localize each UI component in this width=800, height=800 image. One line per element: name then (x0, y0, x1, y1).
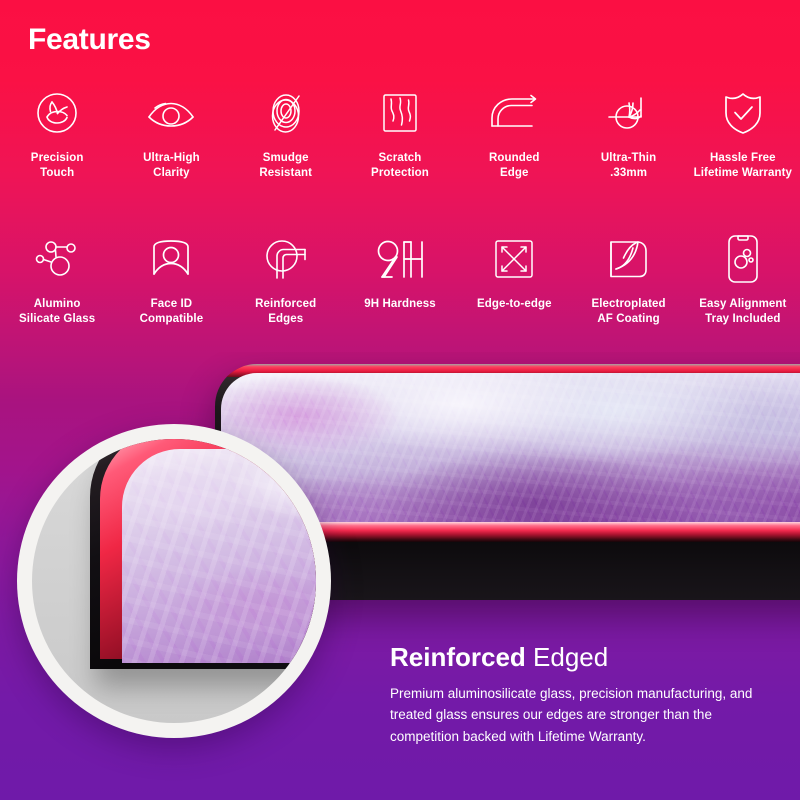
feature-row-2: Alumino Silicate Glass Face ID Compatibl… (0, 230, 800, 327)
feature-label: Easy Alignment Tray Included (699, 298, 787, 326)
feature-label: Scratch Protection (371, 152, 429, 180)
rounded-edge-icon (488, 84, 540, 142)
alignment-tray-icon (727, 230, 759, 288)
feature-label: Precision Touch (30, 152, 84, 180)
edge-to-edge-icon (493, 230, 535, 288)
zoomed-edge-highlight (100, 439, 316, 663)
feature-item-9h-hardness[interactable]: 9H Hardness (343, 230, 457, 327)
feature-item-edge-to-edge[interactable]: Edge-to-edge (457, 230, 571, 327)
feature-label: Reinforced Edges (255, 298, 317, 326)
zoomed-screen-wallpaper (122, 449, 316, 663)
reinforced-edges-icon (263, 230, 309, 288)
smudge-resistant-icon (268, 84, 304, 142)
caption-title: Reinforced Edged (390, 643, 770, 672)
magnifier-callout (17, 424, 331, 738)
feature-label: Alumino Silicate Glass (19, 298, 96, 326)
page-title: Features (28, 23, 151, 56)
feature-label: 9H Hardness (364, 298, 436, 310)
ultra-thin-icon (605, 84, 653, 142)
feature-item-scratch-protection[interactable]: Scratch Protection (343, 84, 457, 181)
caption-block: Reinforced Edged Premium aluminosilicate… (390, 643, 770, 748)
feature-item-alignment-tray[interactable]: Easy Alignment Tray Included (686, 230, 800, 327)
eye-clarity-icon (145, 84, 197, 142)
precision-touch-icon (34, 84, 80, 142)
feature-label: Electroplated AF Coating (591, 298, 666, 326)
feature-item-smudge-resistant[interactable]: Smudge Resistant (229, 84, 343, 181)
feature-item-face-id[interactable]: Face ID Compatible (114, 230, 228, 327)
feature-item-hassle-free-warranty[interactable]: Hassle Free Lifetime Warranty (686, 84, 800, 181)
feature-item-electroplated-coating[interactable]: Electroplated AF Coating (571, 230, 685, 327)
feature-row-1: Precision Touch Ultra-High Clarity Smudg… (0, 84, 800, 181)
nine-h-hardness-icon (373, 230, 427, 288)
feature-item-precision-touch[interactable]: Precision Touch (0, 84, 114, 181)
feature-label: Rounded Edge (489, 152, 540, 180)
feature-label: Face ID Compatible (139, 298, 204, 326)
feature-label: Ultra-High Clarity (143, 152, 200, 180)
feature-item-alumino-silicate-glass[interactable]: Alumino Silicate Glass (0, 230, 114, 327)
feature-item-rounded-edge[interactable]: Rounded Edge (457, 84, 571, 181)
caption-title-strong: Reinforced (390, 642, 526, 672)
molecule-icon (33, 230, 81, 288)
caption-title-light: Edged (525, 642, 609, 672)
feature-label: Hassle Free Lifetime Warranty (693, 152, 793, 180)
feature-item-ultra-thin[interactable]: Ultra-Thin .33mm (571, 84, 685, 181)
feature-label: Edge-to-edge (476, 298, 552, 310)
feature-item-reinforced-edges[interactable]: Reinforced Edges (229, 230, 343, 327)
shield-check-icon (722, 84, 764, 142)
electroplated-coating-icon (608, 230, 650, 288)
feature-item-ultra-high-clarity[interactable]: Ultra-High Clarity (114, 84, 228, 181)
feature-label: Smudge Resistant (259, 152, 313, 180)
feature-label: Ultra-Thin .33mm (600, 152, 657, 180)
magnifier-lens (32, 439, 316, 723)
scratch-protection-icon (380, 84, 420, 142)
caption-body: Premium aluminosilicate glass, precision… (390, 685, 753, 745)
feature-poster: Features Precision Touch Ultra-High Clar… (0, 0, 800, 800)
face-id-icon (150, 230, 192, 288)
zoomed-phone-corner (90, 439, 316, 669)
